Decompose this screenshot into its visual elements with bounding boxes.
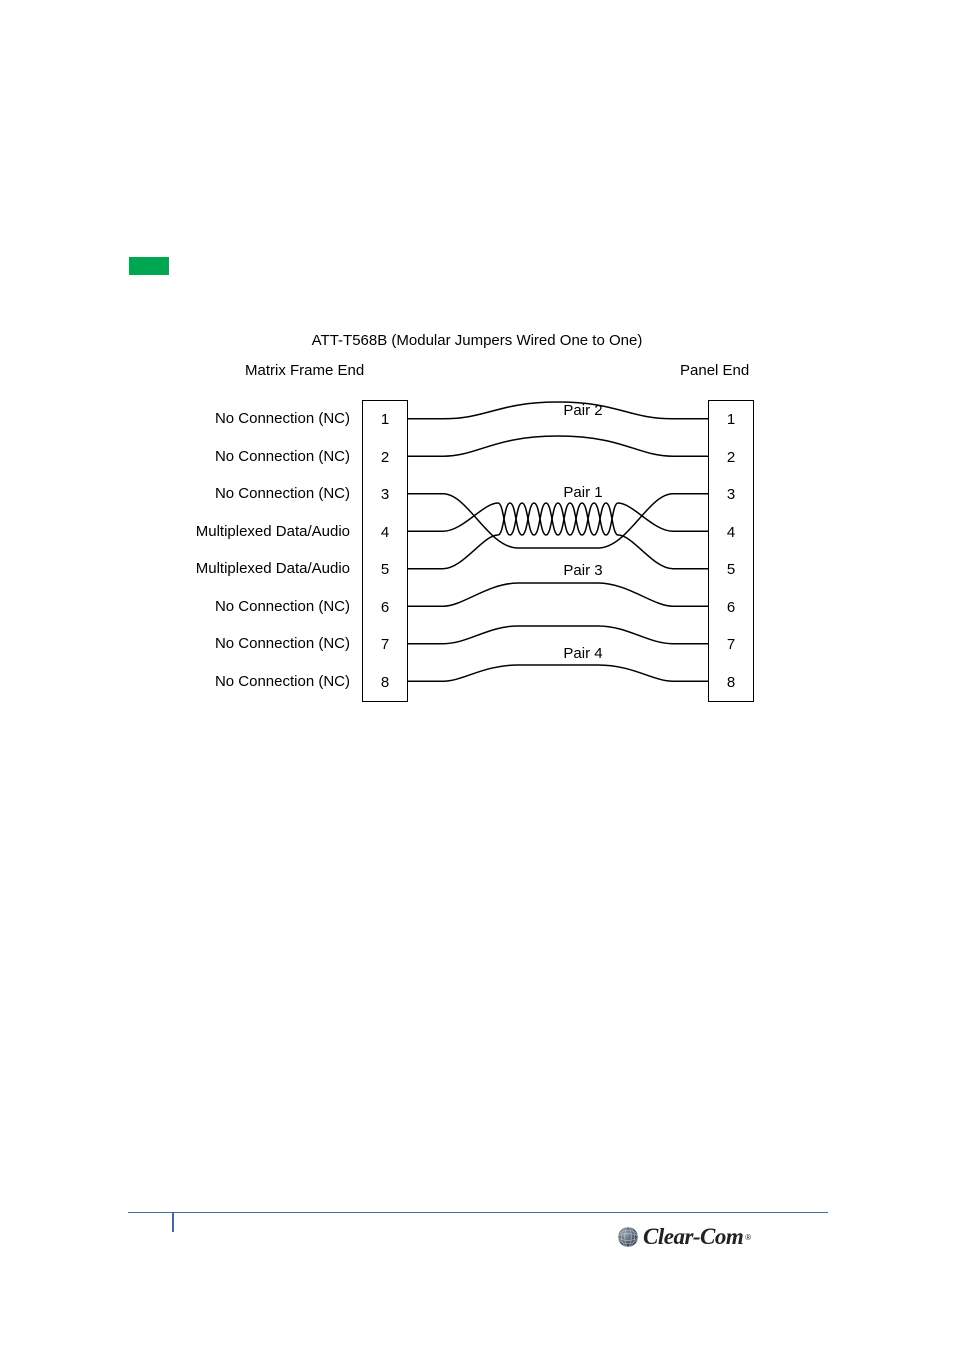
brand-logo: Clear-Com ® (617, 1222, 827, 1252)
brand-name: Clear-Com (643, 1224, 743, 1250)
pinbox-right: 1 2 3 4 5 6 7 8 (708, 400, 754, 702)
signal-label-4: Multiplexed Data/Audio (0, 513, 350, 551)
pin-left-3: 3 (363, 476, 407, 514)
panel-end-label: Panel End (680, 362, 749, 379)
pin-left-1: 1 (363, 401, 407, 439)
pin-left-4: 4 (363, 514, 407, 552)
pin-right-7: 7 (709, 626, 753, 664)
signal-labels: No Connection (NC) No Connection (NC) No… (0, 400, 350, 700)
signal-label-2: No Connection (NC) (0, 438, 350, 476)
section-marker (129, 257, 169, 275)
signal-label-5: Multiplexed Data/Audio (0, 550, 350, 588)
pin-right-4: 4 (709, 514, 753, 552)
registered-mark: ® (745, 1233, 751, 1242)
wiring-diagram (408, 400, 708, 700)
pin-left-2: 2 (363, 439, 407, 477)
signal-label-3: No Connection (NC) (0, 475, 350, 513)
pin-right-3: 3 (709, 476, 753, 514)
pin-left-7: 7 (363, 626, 407, 664)
pin-right-5: 5 (709, 551, 753, 589)
pin-left-6: 6 (363, 589, 407, 627)
footer-tick (172, 1212, 174, 1232)
signal-label-1: No Connection (NC) (0, 400, 350, 438)
pinbox-left: 1 2 3 4 5 6 7 8 (362, 400, 408, 702)
pin-left-8: 8 (363, 664, 407, 702)
signal-label-7: No Connection (NC) (0, 625, 350, 663)
matrix-frame-end-label: Matrix Frame End (245, 362, 364, 379)
pin-right-2: 2 (709, 439, 753, 477)
footer-rule (128, 1212, 828, 1213)
pin-left-5: 5 (363, 551, 407, 589)
signal-label-8: No Connection (NC) (0, 663, 350, 701)
diagram-title: ATT-T568B (Modular Jumpers Wired One to … (0, 332, 954, 349)
pin-right-8: 8 (709, 664, 753, 702)
logo-sphere-icon (617, 1226, 639, 1248)
pin-right-1: 1 (709, 401, 753, 439)
pin-right-6: 6 (709, 589, 753, 627)
signal-label-6: No Connection (NC) (0, 588, 350, 626)
